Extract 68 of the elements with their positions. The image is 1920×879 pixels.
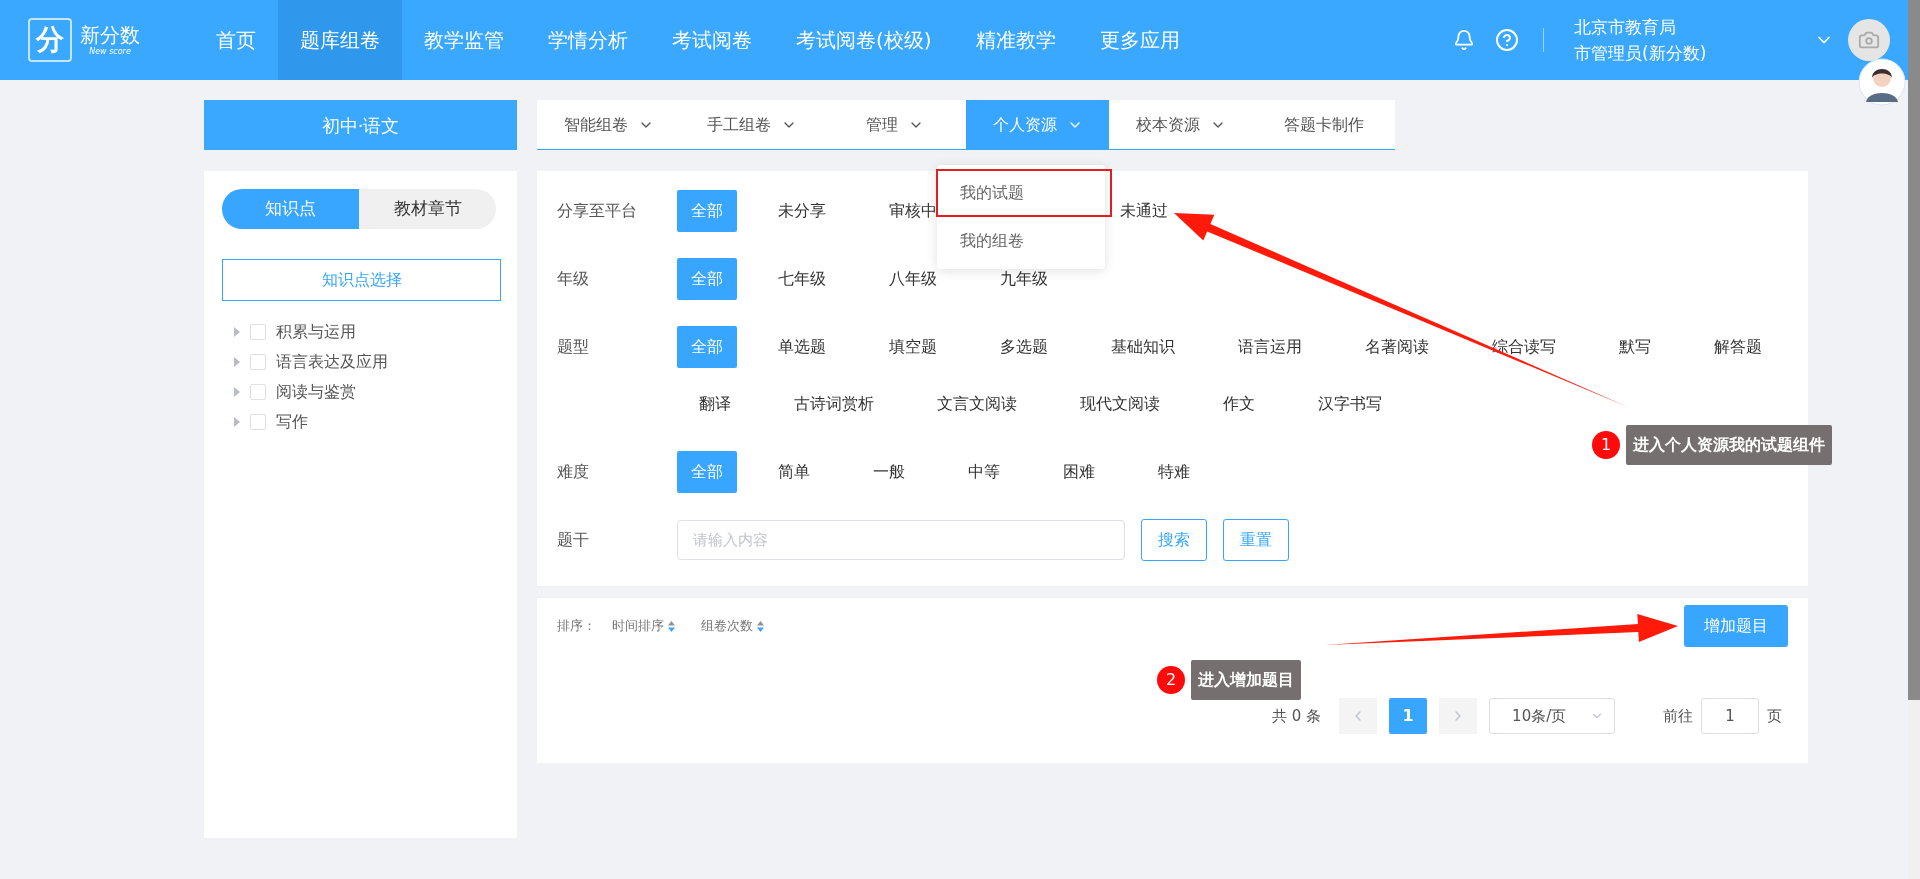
- filter-option[interactable]: 默写: [1597, 326, 1673, 368]
- filter-option[interactable]: 七年级: [756, 258, 848, 300]
- page-size-select[interactable]: 10条/页: [1489, 698, 1616, 734]
- toolbar-tab[interactable]: 校本资源: [1109, 100, 1252, 149]
- sort-icon: [757, 620, 764, 632]
- tree-item-label[interactable]: 语言表达及应用: [276, 350, 388, 374]
- filter-option[interactable]: 名著阅读: [1343, 326, 1451, 368]
- filter-option[interactable]: 翻译: [677, 383, 753, 425]
- logo-tagline: New score: [89, 47, 131, 57]
- next-page-button[interactable]: [1439, 698, 1478, 734]
- toolbar-tab[interactable]: 手工组卷: [680, 100, 823, 149]
- tree-checkbox[interactable]: [250, 414, 266, 430]
- expand-triangle-icon[interactable]: [234, 327, 240, 337]
- goto-label: 前往: [1663, 705, 1694, 727]
- user-role: 市管理员(新分数): [1574, 42, 1708, 65]
- filter-option[interactable]: 古诗词赏析: [772, 383, 896, 425]
- sidebar-tab[interactable]: 教材章节: [359, 189, 496, 229]
- filter-option[interactable]: 基础知识: [1089, 326, 1197, 368]
- stem-input-field[interactable]: 请输入内容: [677, 520, 1125, 560]
- notification-icon[interactable]: [1453, 29, 1475, 51]
- tree-item-label[interactable]: 积累与运用: [276, 320, 356, 344]
- filter-label: 难度: [557, 461, 590, 483]
- filter-label: 年级: [557, 268, 590, 290]
- tree-item-label[interactable]: 写作: [276, 410, 308, 434]
- filter-option[interactable]: 文言文阅读: [915, 383, 1039, 425]
- filter-option[interactable]: 一般: [851, 451, 927, 493]
- tree-checkbox[interactable]: [250, 324, 266, 340]
- tree-item-label[interactable]: 阅读与鉴赏: [276, 380, 356, 404]
- expand-triangle-icon[interactable]: [234, 417, 240, 427]
- filter-option[interactable]: 作文: [1201, 383, 1277, 425]
- logo-mark: 分: [28, 18, 72, 62]
- filter-option[interactable]: 现代文阅读: [1058, 383, 1182, 425]
- expand-triangle-icon[interactable]: [234, 387, 240, 397]
- filter-option[interactable]: 未分享: [756, 190, 848, 232]
- filter-option[interactable]: 单选题: [756, 326, 848, 368]
- filter-label: 题型: [557, 336, 590, 358]
- filter-option[interactable]: 困难: [1041, 451, 1117, 493]
- sort-option[interactable]: 时间排序: [612, 616, 675, 636]
- sort-icon: [668, 620, 675, 632]
- filter-label: 分享至平台: [557, 200, 638, 222]
- filter-option[interactable]: 填空题: [867, 326, 959, 368]
- filter-option[interactable]: 多选题: [978, 326, 1070, 368]
- prev-page-button[interactable]: [1339, 698, 1378, 734]
- filter-option[interactable]: 特难: [1136, 451, 1212, 493]
- toolbar-tab[interactable]: 智能组卷: [537, 100, 680, 149]
- annotation-label: 进入增加题目: [1191, 660, 1301, 700]
- annotation-label: 进入个人资源我的试题组件: [1626, 425, 1832, 465]
- filter-option[interactable]: 中等: [946, 451, 1022, 493]
- toolbar-tab[interactable]: 管理: [823, 100, 966, 149]
- user-org: 北京市教育局: [1574, 16, 1677, 39]
- tree-checkbox[interactable]: [250, 384, 266, 400]
- avatar-icon[interactable]: [1858, 58, 1906, 106]
- sort-option[interactable]: 组卷次数: [701, 616, 764, 636]
- expand-triangle-icon[interactable]: [234, 357, 240, 367]
- dropdown-item[interactable]: 我的试题: [936, 169, 1112, 217]
- filter-label: 题干: [557, 529, 590, 551]
- sort-label: 排序：: [557, 617, 596, 636]
- logo-name: 新分数: [80, 23, 140, 47]
- toolbar-tab[interactable]: 答题卡制作: [1252, 100, 1395, 149]
- pagination-total: 共 0 条: [1272, 705, 1322, 727]
- filter-option[interactable]: 语言运用: [1216, 326, 1324, 368]
- filter-option[interactable]: 解答题: [1692, 326, 1784, 368]
- goto-page-field[interactable]: 1: [1701, 698, 1760, 734]
- page-unit-label: 页: [1767, 705, 1783, 727]
- tree-checkbox[interactable]: [250, 354, 266, 370]
- filter-option[interactable]: 简单: [756, 451, 832, 493]
- help-icon[interactable]: [1495, 28, 1519, 52]
- filter-option[interactable]: 汉字书写: [1296, 383, 1404, 425]
